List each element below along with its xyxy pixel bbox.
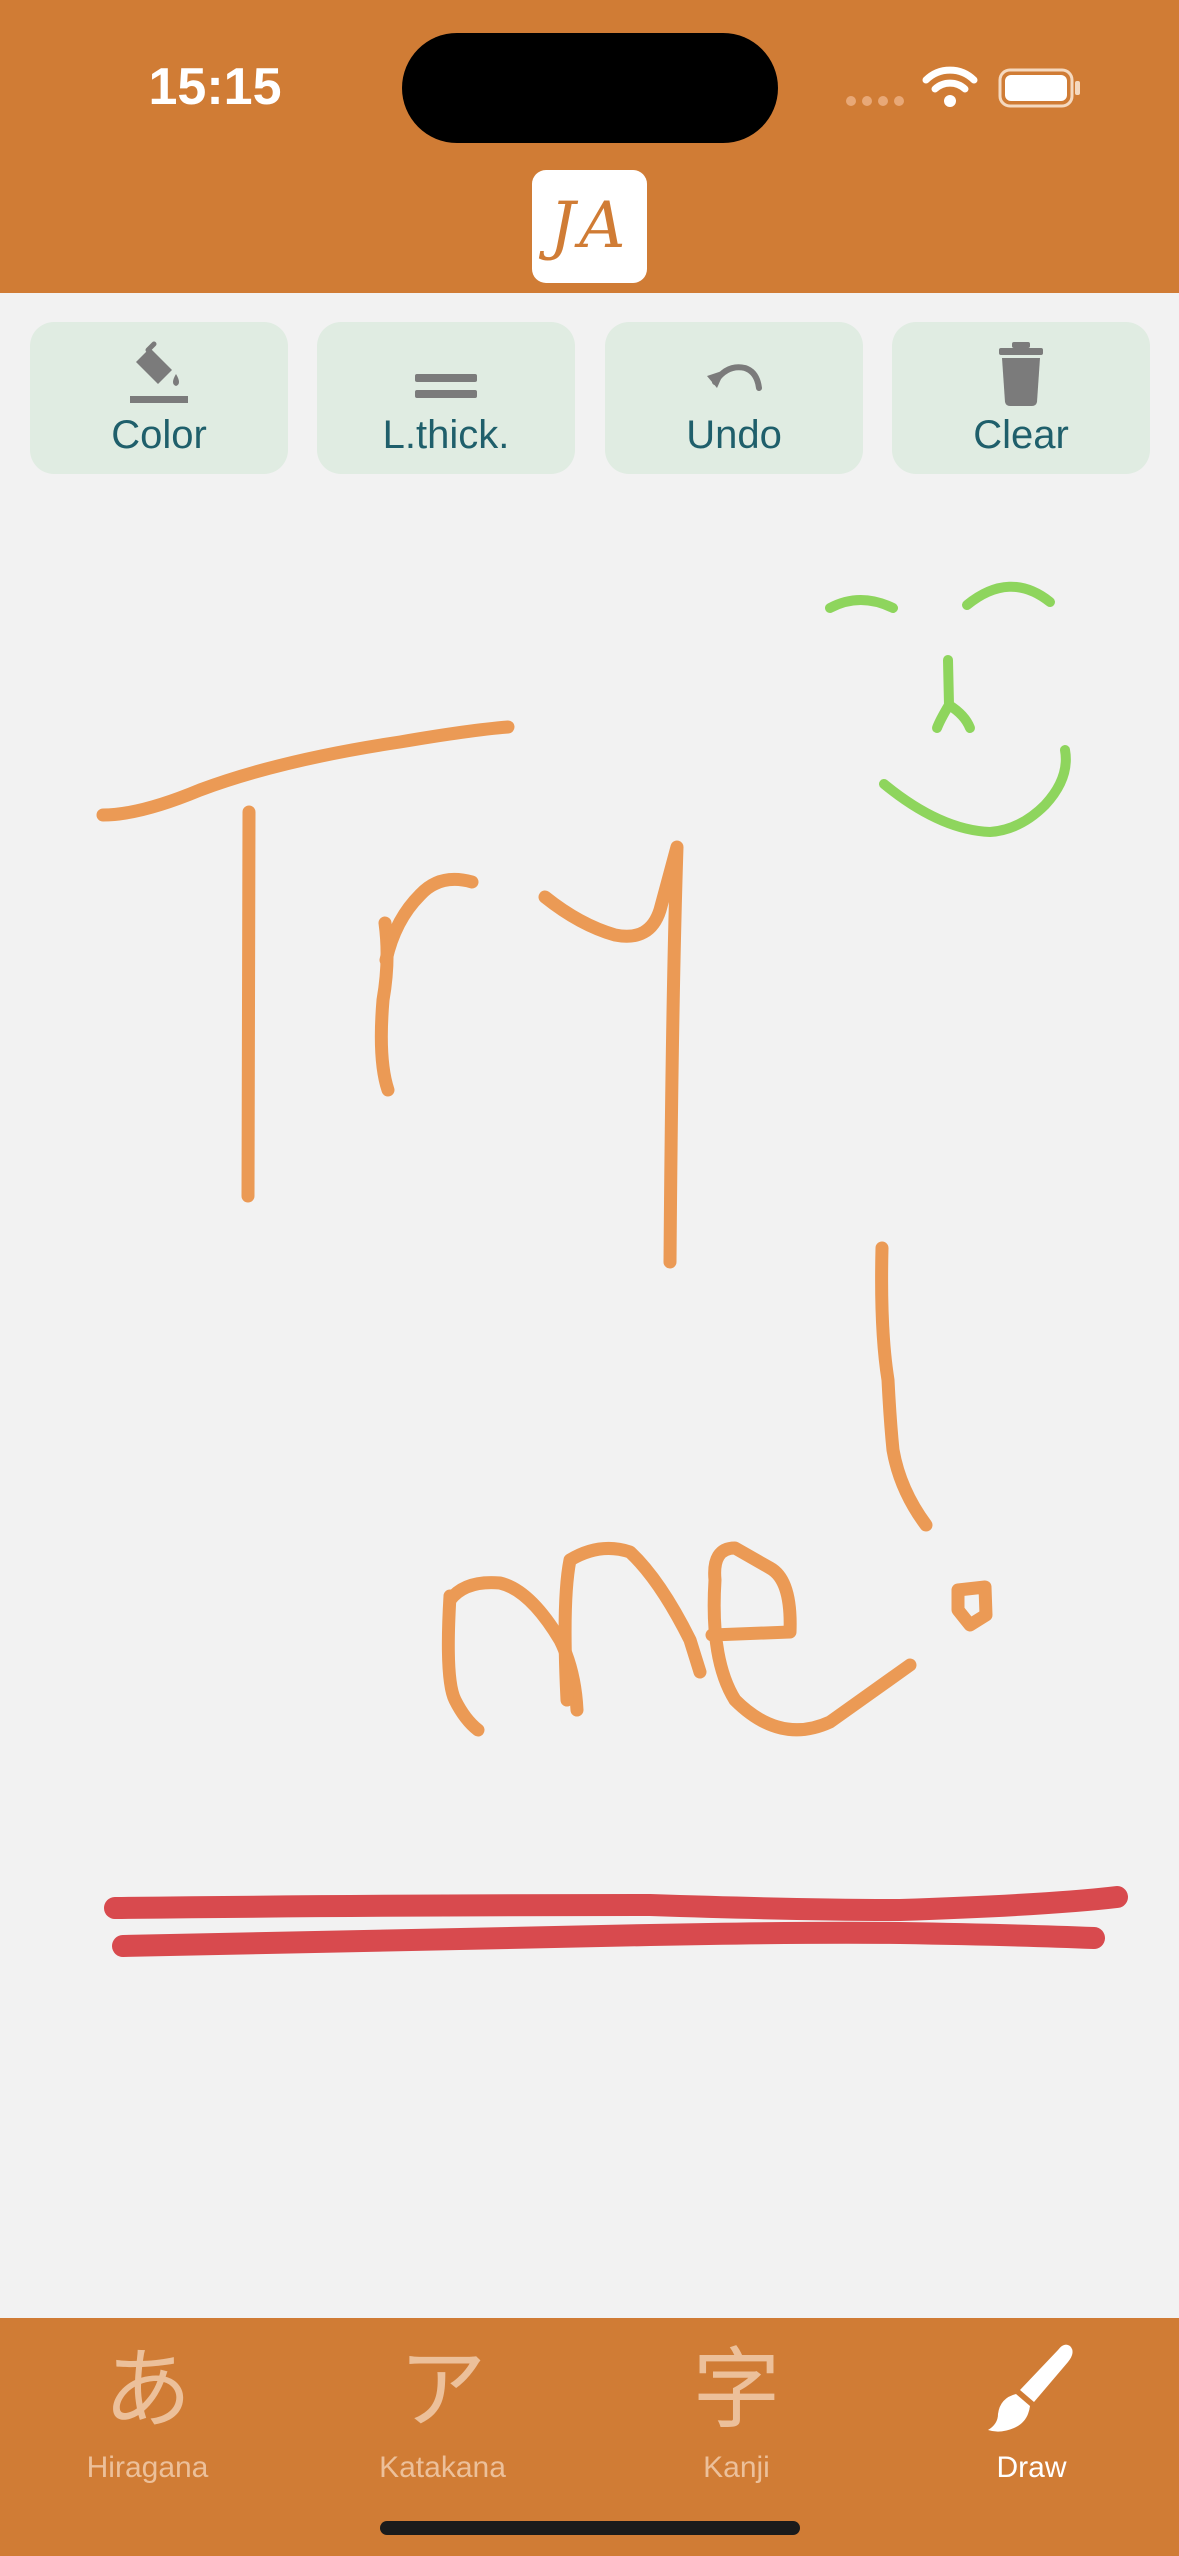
tab-katakana-label: Katakana <box>379 2451 506 2484</box>
stroke <box>379 872 479 967</box>
wifi-icon <box>922 66 978 107</box>
tab-kanji-label: Kanji <box>703 2451 770 2484</box>
brush-icon <box>988 2344 1073 2432</box>
kanji-glyph-icon: 字 <box>692 2340 781 2439</box>
stroke <box>441 1589 485 1737</box>
stroke <box>875 1241 933 1532</box>
tab-hiragana-label: Hiragana <box>86 2451 209 2484</box>
hiragana-glyph-icon: あ <box>103 2340 192 2439</box>
stroke <box>241 805 256 1203</box>
stroke <box>96 720 515 822</box>
home-indicator <box>380 2521 800 2535</box>
battery-icon <box>998 68 1080 108</box>
stroke <box>879 745 1071 837</box>
tab-draw-label: Draw <box>996 2451 1067 2484</box>
stroke <box>104 1886 1128 1921</box>
tab-hiragana[interactable]: あ Hiragana <box>0 2318 295 2518</box>
stroke <box>951 1580 993 1632</box>
stroke <box>932 655 975 733</box>
cellular-signal-icon <box>846 96 904 106</box>
drawing-canvas[interactable] <box>0 295 1179 2318</box>
app-logo: JA <box>532 170 647 283</box>
app-header: 15:15 JA <box>0 0 1179 293</box>
stroke <box>558 1541 707 1707</box>
stroke <box>705 1541 917 1737</box>
tab-draw[interactable]: Draw <box>884 2318 1179 2518</box>
katakana-glyph-icon: ア <box>398 2340 487 2439</box>
stroke <box>443 1576 584 1717</box>
stroke <box>112 1921 1105 1957</box>
stroke <box>825 595 898 613</box>
dynamic-island <box>402 33 778 143</box>
stroke <box>962 581 1055 610</box>
status-time: 15:15 <box>148 58 282 116</box>
tab-kanji[interactable]: 字 Kanji <box>589 2318 884 2518</box>
tab-katakana[interactable]: ア Katakana <box>295 2318 590 2518</box>
stroke <box>538 840 684 1269</box>
